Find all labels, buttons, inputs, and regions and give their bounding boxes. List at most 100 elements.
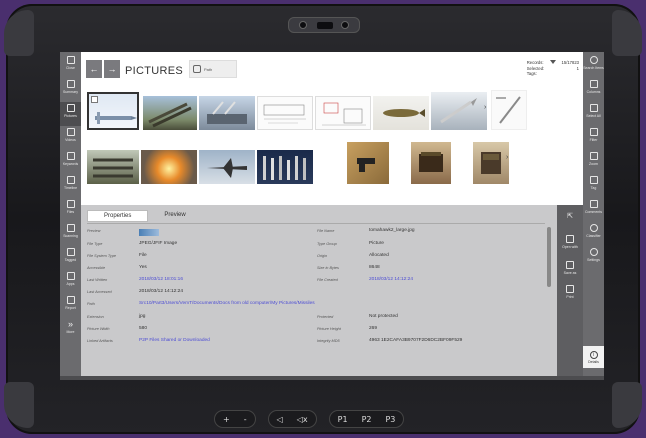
picture-thumbnail[interactable] xyxy=(491,90,527,130)
brightness-up-button[interactable]: + xyxy=(223,415,230,424)
rail-summary[interactable]: Summary xyxy=(60,78,81,102)
back-button[interactable]: ← xyxy=(86,60,102,78)
filter-icon xyxy=(589,128,598,136)
property-row: Extension jpg Protected Not protected xyxy=(87,314,398,319)
rail-columns[interactable]: Columns xyxy=(583,78,604,102)
actions-column: ⇱ Open with Save as Print xyxy=(557,205,583,380)
taskbar xyxy=(60,376,604,380)
tag-icon xyxy=(66,248,75,256)
document-icon xyxy=(66,80,75,88)
apps-icon xyxy=(66,272,75,280)
rail-search-items[interactable]: Search Items xyxy=(583,54,604,78)
picture-thumbnail[interactable] xyxy=(199,150,255,184)
brightness-down-button[interactable]: - xyxy=(244,415,247,424)
timeline-icon xyxy=(66,176,75,184)
rail-close[interactable]: Close xyxy=(60,54,81,78)
rail-videos[interactable]: Videos xyxy=(60,126,81,150)
picture-thumbnail[interactable] xyxy=(373,96,429,130)
preview-thumbnail[interactable] xyxy=(139,229,159,236)
video-icon xyxy=(66,128,75,136)
rail-filter[interactable]: Filter xyxy=(583,126,604,150)
diagram-image xyxy=(322,102,366,126)
zoom-icon xyxy=(589,152,598,160)
picture-thumbnail[interactable]: › xyxy=(473,142,509,184)
picture-thumbnail[interactable] xyxy=(257,96,313,130)
screen: Close Summary Pictures Videos Keywords T… xyxy=(60,52,604,380)
path-icon xyxy=(193,65,201,73)
tab-properties[interactable]: Properties xyxy=(87,210,149,222)
picture-thumbnail[interactable] xyxy=(199,96,255,130)
rail-files[interactable]: Files xyxy=(60,198,81,222)
report-icon xyxy=(66,296,75,304)
tab-preview[interactable]: Preview xyxy=(148,210,201,222)
ammo-box-image xyxy=(419,152,443,172)
comment-icon xyxy=(589,200,598,208)
tag-icon xyxy=(589,176,598,184)
rail-select-all[interactable]: Select All xyxy=(583,102,604,126)
picture-thumbnail[interactable] xyxy=(411,142,451,184)
p1-button[interactable]: P1 xyxy=(338,415,348,424)
scrollbar[interactable] xyxy=(547,227,551,287)
details-button[interactable]: i Details xyxy=(583,346,604,368)
picture-thumbnail[interactable] xyxy=(257,150,313,184)
picture-thumbnail[interactable] xyxy=(315,96,371,130)
open-with-button[interactable]: Open with xyxy=(557,233,583,257)
chevron-right-icon: » xyxy=(67,319,73,329)
rail-tagged[interactable]: Tagged xyxy=(60,246,81,270)
open-icon xyxy=(566,235,574,243)
picture-thumbnail[interactable] xyxy=(141,150,197,184)
property-row: Path Src10/Part3/Users/VemT/Documents/Doc… xyxy=(87,301,315,306)
p3-button[interactable]: P3 xyxy=(385,415,395,424)
rail-classifier[interactable]: Classifier xyxy=(583,222,604,246)
rail-scanning[interactable]: Scanning xyxy=(60,222,81,246)
rail-comments[interactable]: Comments xyxy=(583,198,604,222)
picture-thumbnail[interactable] xyxy=(143,96,197,130)
path-chip[interactable]: Path xyxy=(189,60,237,78)
keyword-icon xyxy=(66,152,75,160)
property-row: Linked Artifacts P2P Files Shared or Down… xyxy=(87,338,463,343)
camera-lens xyxy=(341,21,349,29)
missile-diagram-image xyxy=(496,96,521,124)
picture-thumbnail[interactable] xyxy=(87,92,139,130)
corner-bumper xyxy=(612,382,642,428)
divider xyxy=(87,223,545,224)
programmable-buttons: P1 P2 P3 xyxy=(328,410,405,428)
picture-thumbnail[interactable] xyxy=(347,142,389,184)
camera-lens xyxy=(299,21,307,29)
save-as-button[interactable]: Save as xyxy=(557,259,583,283)
rail-keywords[interactable]: Keywords xyxy=(60,150,81,174)
file-icon xyxy=(66,200,75,208)
rail-tag[interactable]: Tag xyxy=(583,174,604,198)
missile-array-image xyxy=(93,158,133,178)
collapse-button[interactable]: ⇱ xyxy=(557,211,583,235)
picture-thumbnail[interactable] xyxy=(87,150,139,184)
print-button[interactable]: Print xyxy=(557,283,583,307)
picture-thumbnail[interactable]: › xyxy=(431,92,487,130)
property-row: File System Type File Origin Allocated xyxy=(87,253,389,258)
rail-pictures[interactable]: Pictures xyxy=(60,102,81,126)
forward-button[interactable]: → xyxy=(104,60,120,78)
print-icon xyxy=(566,285,574,293)
rail-zoom[interactable]: Zoom xyxy=(583,150,604,174)
chevron-left-icon xyxy=(66,56,75,64)
rail-report[interactable]: Report xyxy=(60,294,81,318)
container-image xyxy=(481,152,501,174)
volume-down-button[interactable]: ◁ xyxy=(277,415,283,424)
schematic-image xyxy=(263,104,306,124)
gear-icon xyxy=(589,248,598,256)
corner-bumper xyxy=(4,10,34,56)
mute-button[interactable]: ◁x xyxy=(297,415,308,424)
hardware-buttons: + - ◁ ◁x P1 P2 P3 xyxy=(214,410,405,428)
pistol-image xyxy=(357,158,375,172)
p2-button[interactable]: P2 xyxy=(362,415,372,424)
thumbnail-checkbox[interactable] xyxy=(91,96,98,103)
properties-panel: Properties Preview Preview File Name tom… xyxy=(81,205,583,380)
columns-icon xyxy=(589,80,598,88)
rail-timeline[interactable]: Timeline xyxy=(60,174,81,198)
launcher-image xyxy=(148,102,192,128)
aircraft-image xyxy=(207,158,247,178)
rail-settings[interactable]: Settings xyxy=(583,246,604,270)
rail-apps[interactable]: Apps xyxy=(60,270,81,294)
rail-more[interactable]: » More xyxy=(60,318,81,342)
bomb-image xyxy=(383,109,425,117)
